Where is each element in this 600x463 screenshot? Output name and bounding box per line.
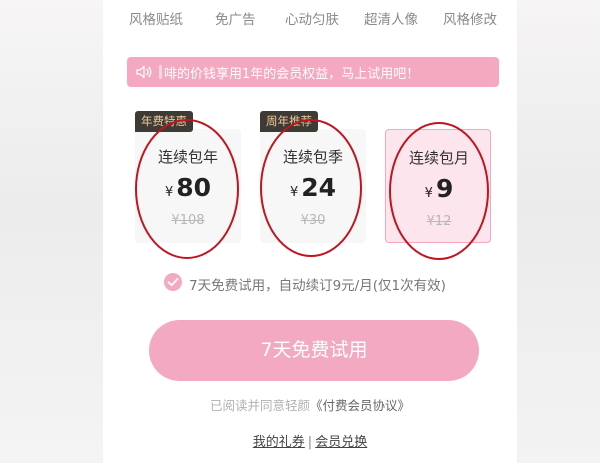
currency-symbol: ¥ <box>424 186 433 201</box>
plan-name: 连续包年 <box>157 148 218 166</box>
feature-item: 超清人像 <box>364 12 418 28</box>
plan-badge-yearly: 年费特惠 <box>135 111 193 132</box>
bottom-links: 我的礼券 | 会员兑换 <box>103 431 517 450</box>
plan-card-quarterly[interactable]: 连续包季 ¥24 ¥30 <box>260 129 366 243</box>
trial-terms-text: 7天免费试用，自动续订9元/月(仅1次有效) <box>189 278 446 294</box>
feature-item: 风格贴纸 <box>129 12 183 28</box>
plan-name: 连续包月 <box>408 149 469 167</box>
feature-item: 心动匀肤 <box>285 12 339 28</box>
feature-item: 风格修改 <box>443 12 497 28</box>
plan-card-monthly[interactable]: 连续包月 ¥9 ¥12 <box>385 129 491 243</box>
promo-notice-text: 啡的价钱享用1年的会员权益，马上试用吧！ <box>164 67 420 82</box>
plan-price: ¥9 <box>386 174 492 203</box>
plan-price: ¥24 <box>260 173 366 202</box>
feature-list: 风格贴纸 免广告 心动匀肤 超清人像 风格修改 <box>103 8 517 30</box>
original-price: ¥108 <box>171 213 205 228</box>
link-separator: | <box>307 435 313 450</box>
free-trial-button[interactable]: 7天免费试用 <box>149 320 479 381</box>
promo-notice-bar[interactable]: 啡的价钱享用1年的会员权益，马上试用吧！ <box>127 57 499 87</box>
original-price: ¥30 <box>300 213 326 228</box>
feature-item: 免广告 <box>215 12 256 28</box>
background-left-blur <box>0 0 103 463</box>
redeem-membership-link[interactable]: 会员兑换 <box>315 435 367 450</box>
agreement-line: 已阅读并同意轻颜《付费会员协议》 <box>103 395 517 414</box>
currency-symbol: ¥ <box>164 185 174 200</box>
plan-name: 连续包季 <box>282 148 343 166</box>
membership-page: 风格贴纸 免广告 心动匀肤 超清人像 风格修改 啡的价钱享用1年的会员权益，马上… <box>103 0 517 463</box>
price-amount: 9 <box>435 174 454 203</box>
currency-symbol: ¥ <box>289 185 299 200</box>
agreement-text: 已阅读并同意轻颜 <box>209 398 310 413</box>
speaker-icon <box>136 65 152 79</box>
plan-price: ¥80 <box>135 173 241 202</box>
check-circle-icon[interactable] <box>163 272 183 292</box>
background-right-blur <box>517 0 600 463</box>
agreement-link[interactable]: 《付费会员协议》 <box>310 398 410 413</box>
notice-scroll-marker <box>159 65 162 79</box>
price-amount: 80 <box>176 173 212 202</box>
original-price: ¥12 <box>426 214 452 229</box>
price-amount: 24 <box>301 173 337 202</box>
plan-badge-quarterly: 周年推荐 <box>260 111 318 132</box>
my-coupons-link[interactable]: 我的礼券 <box>253 435 305 450</box>
plan-card-yearly[interactable]: 连续包年 ¥80 ¥108 <box>135 129 241 243</box>
